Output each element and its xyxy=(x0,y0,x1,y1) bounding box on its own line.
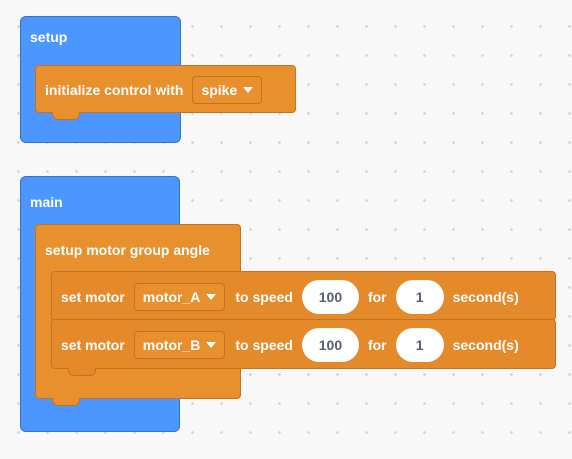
initialize-control-block[interactable]: initialize control with spike xyxy=(35,65,296,120)
seconds-label: second(s) xyxy=(452,289,519,305)
chevron-down-icon xyxy=(243,87,254,93)
for-label: for xyxy=(367,337,387,353)
block-notch xyxy=(52,398,80,406)
motor-dropdown-value: motor_A xyxy=(142,289,201,305)
initialize-control-label: initialize control with xyxy=(45,82,184,98)
set-motor-block-a[interactable]: set motor motor_A to speed 100 for 1 sec… xyxy=(51,271,556,321)
control-dropdown-value: spike xyxy=(201,82,238,98)
block-notch xyxy=(52,112,80,120)
main-hat-label: main xyxy=(30,194,63,210)
set-motor-label: set motor xyxy=(61,289,125,305)
speed-input-a[interactable]: 100 xyxy=(301,280,359,314)
duration-input-a[interactable]: 1 xyxy=(395,280,444,314)
setup-hat-label: setup xyxy=(30,29,68,45)
to-speed-label: to speed xyxy=(235,337,293,353)
set-motor-label: set motor xyxy=(61,337,125,353)
seconds-label: second(s) xyxy=(452,337,519,353)
set-motor-block-b[interactable]: set motor motor_B to speed 100 for 1 sec… xyxy=(51,319,556,376)
motor-dropdown-a[interactable]: motor_A xyxy=(133,283,226,311)
chevron-down-icon xyxy=(206,342,217,348)
duration-input-b[interactable]: 1 xyxy=(395,328,444,362)
to-speed-label: to speed xyxy=(235,289,293,305)
motor-dropdown-b[interactable]: motor_B xyxy=(133,331,226,359)
motor-group-label: setup motor group angle xyxy=(45,242,210,258)
chevron-down-icon xyxy=(206,294,217,300)
speed-input-b[interactable]: 100 xyxy=(301,328,359,362)
control-dropdown[interactable]: spike xyxy=(192,76,263,104)
motor-dropdown-value: motor_B xyxy=(142,337,201,353)
for-label: for xyxy=(367,289,387,305)
